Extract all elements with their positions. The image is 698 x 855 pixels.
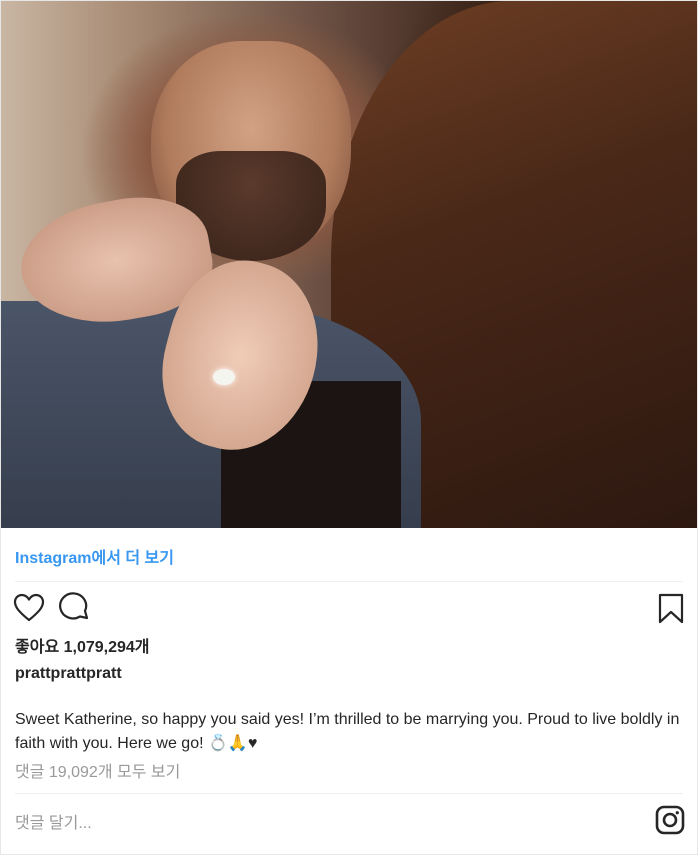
bookmark-icon[interactable] [657, 593, 685, 630]
like-count[interactable]: 좋아요 1,079,294개 [15, 633, 150, 657]
add-comment-input[interactable]: 댓글 달기... [15, 809, 92, 833]
username[interactable]: prattprattpratt [15, 665, 122, 683]
post-photo[interactable] [1, 1, 697, 528]
heart-icon[interactable] [13, 593, 45, 628]
like-number: 1,079,294개 [63, 639, 150, 656]
like-label: 좋아요 [15, 639, 60, 656]
post-caption: Sweet Katherine, so happy you said yes! … [15, 708, 691, 756]
caption-emoji: 💍🙏♥ [208, 735, 258, 752]
photo-ring [213, 369, 235, 385]
divider [15, 793, 683, 794]
instagram-icon[interactable] [655, 805, 685, 840]
divider [15, 581, 683, 582]
caption-text: Sweet Katherine, so happy you said yes! … [15, 711, 680, 752]
instagram-embed-card: Instagram에서 더 보기 좋아요 1,079,294개 prattpra… [0, 0, 698, 855]
view-all-comments-link[interactable]: 댓글 19,092개 모두 보기 [15, 758, 180, 782]
view-more-on-instagram-link[interactable]: Instagram에서 더 보기 [15, 544, 174, 568]
comment-icon[interactable] [58, 592, 92, 629]
